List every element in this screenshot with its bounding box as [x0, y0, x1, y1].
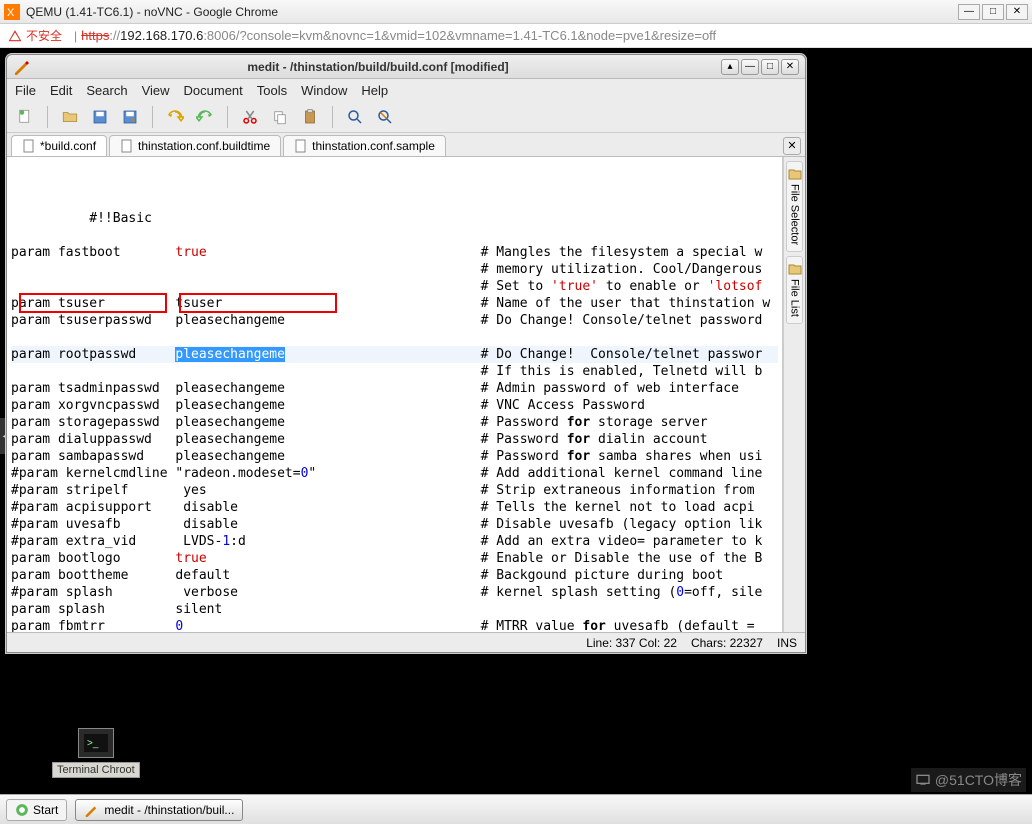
find-replace-button[interactable] [373, 105, 397, 129]
editor-area[interactable]: #!!Basic param fastboot true # Mangles t… [7, 157, 783, 632]
tab-build-conf[interactable]: *build.conf [11, 135, 107, 156]
url-text: https://192.168.170.6:8006/?console=kvm&… [81, 28, 716, 43]
task-medit[interactable]: medit - /thinstation/buil... [75, 799, 243, 821]
url-separator: | [74, 29, 77, 43]
tab-label: thinstation.conf.sample [312, 139, 435, 153]
document-icon [294, 139, 308, 153]
copy-button[interactable] [268, 105, 292, 129]
taskbar: Start medit - /thinstation/buil... [0, 794, 1032, 824]
document-icon [120, 139, 134, 153]
toolbar-separator [152, 106, 153, 128]
desktop-icon-label: Terminal Chroot [52, 762, 140, 778]
medit-titlebar[interactable]: medit - /thinstation/build/build.conf [m… [7, 55, 805, 79]
menubar: File Edit Search View Document Tools Win… [7, 79, 805, 101]
terminal-icon: >_ [78, 728, 114, 758]
menu-edit[interactable]: Edit [50, 83, 72, 98]
new-button[interactable] [13, 105, 37, 129]
status-position: Line: 337 Col: 22 [586, 636, 677, 650]
insecure-warning: 不安全 [8, 27, 62, 44]
cut-button[interactable] [238, 105, 262, 129]
svg-text:X: X [7, 7, 15, 19]
undo-button[interactable] [163, 105, 187, 129]
menu-view[interactable]: View [142, 83, 170, 98]
chrome-window-controls: — □ ✕ [958, 4, 1028, 20]
chrome-window: X QEMU (1.41-TC6.1) - noVNC - Google Chr… [0, 0, 1032, 824]
medit-title: medit - /thinstation/build/build.conf [m… [35, 60, 721, 74]
menu-window[interactable]: Window [301, 83, 347, 98]
save-button[interactable] [88, 105, 112, 129]
menu-help[interactable]: Help [361, 83, 388, 98]
watermark: @51CTO博客 [911, 768, 1026, 792]
redo-button[interactable] [193, 105, 217, 129]
side-panels: File Selector File List [783, 157, 805, 632]
file-list-panel[interactable]: File List [786, 256, 803, 324]
medit-window-controls: ▴ — □ ✕ [721, 59, 799, 75]
task-label: medit - /thinstation/buil... [104, 803, 234, 817]
minimize-button[interactable]: — [958, 4, 980, 20]
insecure-label: 不安全 [26, 27, 62, 44]
address-bar[interactable]: 不安全 | https://192.168.170.6:8006/?consol… [0, 24, 1032, 48]
qemu-icon: X [4, 4, 20, 20]
tab-buildtime[interactable]: thinstation.conf.buildtime [109, 135, 281, 156]
remote-desktop: ◂ medit - /thinstation/build/build.conf … [0, 48, 1032, 824]
tabs-row: *build.conf thinstation.conf.buildtime t… [7, 133, 805, 157]
statusbar: Line: 337 Col: 22 Chars: 22327 INS [7, 632, 805, 652]
start-label: Start [33, 803, 58, 817]
close-button[interactable]: ✕ [1006, 4, 1028, 20]
chrome-titlebar[interactable]: X QEMU (1.41-TC6.1) - noVNC - Google Chr… [0, 0, 1032, 24]
toolbar [7, 101, 805, 133]
medit-shade-button[interactable]: ▴ [721, 59, 739, 75]
start-button[interactable]: Start [6, 799, 67, 821]
menu-tools[interactable]: Tools [257, 83, 287, 98]
status-ins: INS [777, 636, 797, 650]
svg-text:>_: >_ [87, 738, 99, 749]
status-chars: Chars: 22327 [691, 636, 763, 650]
file-selector-panel[interactable]: File Selector [786, 161, 803, 252]
document-icon [22, 139, 36, 153]
medit-close-button[interactable]: ✕ [781, 59, 799, 75]
save-as-button[interactable] [118, 105, 142, 129]
medit-maximize-button[interactable]: □ [761, 59, 779, 75]
chrome-title: QEMU (1.41-TC6.1) - noVNC - Google Chrom… [26, 5, 958, 19]
maximize-button[interactable]: □ [982, 4, 1004, 20]
toolbar-separator [227, 106, 228, 128]
find-button[interactable] [343, 105, 367, 129]
desktop-icon-terminal[interactable]: >_ Terminal Chroot [52, 728, 140, 778]
medit-minimize-button[interactable]: — [741, 59, 759, 75]
vnc-viewport[interactable]: ◂ medit - /thinstation/build/build.conf … [0, 48, 1032, 824]
tab-label: thinstation.conf.buildtime [138, 139, 270, 153]
toolbar-separator [47, 106, 48, 128]
menu-search[interactable]: Search [86, 83, 127, 98]
menu-document[interactable]: Document [184, 83, 243, 98]
toolbar-separator [332, 106, 333, 128]
medit-window: medit - /thinstation/build/build.conf [m… [6, 54, 806, 653]
paste-button[interactable] [298, 105, 322, 129]
medit-icon [13, 59, 29, 75]
tab-sample[interactable]: thinstation.conf.sample [283, 135, 446, 156]
tab-close-button[interactable]: ✕ [783, 137, 801, 155]
tab-label: *build.conf [40, 139, 96, 153]
menu-file[interactable]: File [15, 83, 36, 98]
open-button[interactable] [58, 105, 82, 129]
